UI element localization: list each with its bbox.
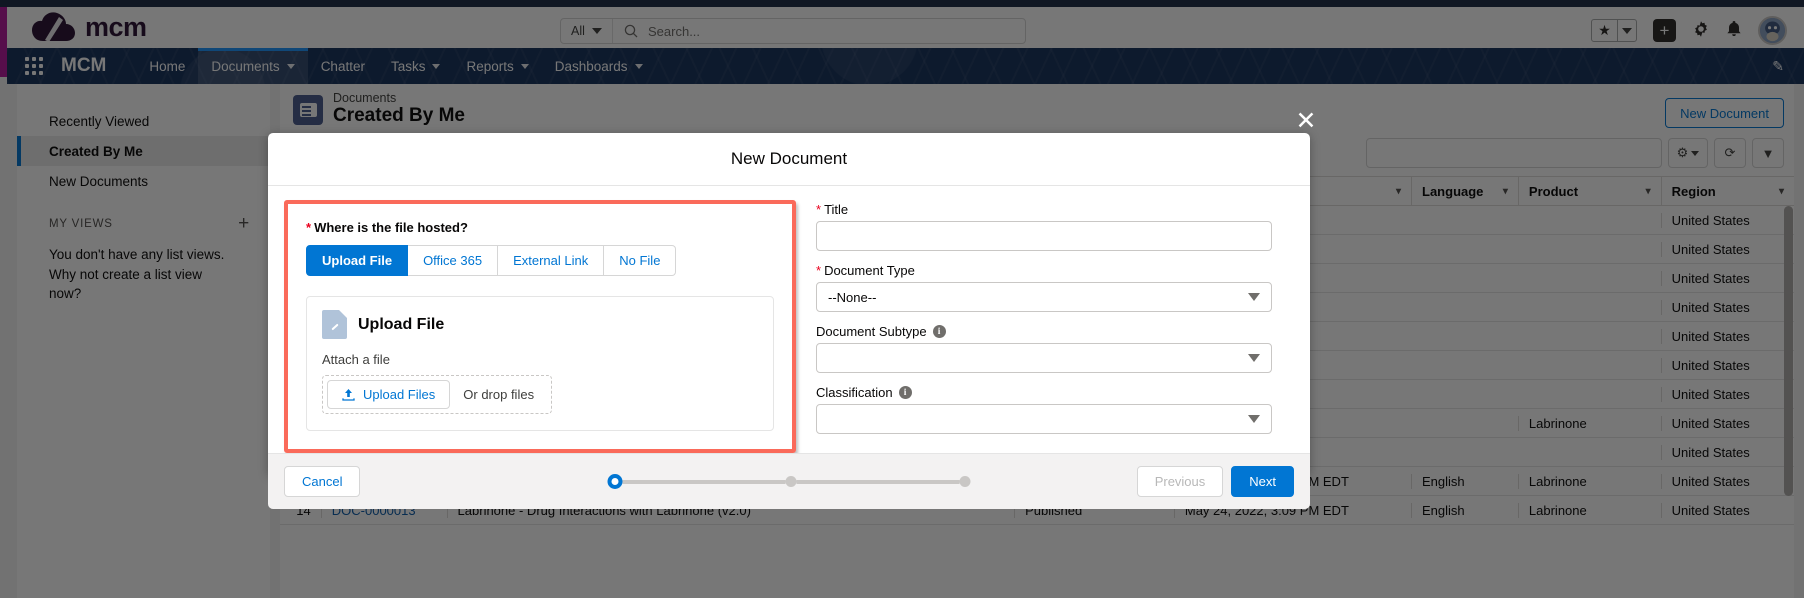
required-asterisk: *	[306, 220, 311, 235]
previous-button[interactable]: Previous	[1137, 466, 1224, 497]
document-type-select[interactable]: --None--	[816, 282, 1272, 312]
hosting-question-label: *Where is the file hosted?	[306, 220, 774, 235]
chevron-down-icon	[1248, 293, 1260, 301]
title-label: *Title	[816, 202, 1294, 217]
new-document-modal: ✕ New Document *Where is the file hosted…	[268, 133, 1310, 475]
document-type-label: *Document Type	[816, 263, 1294, 278]
progress-connector	[797, 480, 960, 484]
file-icon	[322, 310, 347, 339]
wizard-progress-indicator	[608, 474, 971, 489]
upload-card-heading: Upload File	[358, 316, 444, 334]
required-asterisk: *	[816, 263, 821, 278]
next-button[interactable]: Next	[1231, 466, 1294, 497]
field-document-subtype: Document Subtype i	[816, 324, 1294, 373]
upload-file-card: Upload File Attach a file Upload Files O…	[306, 296, 774, 431]
modal-body: *Where is the file hosted? Upload File O…	[268, 186, 1310, 453]
upload-files-button[interactable]: Upload Files	[327, 380, 450, 409]
footer-actions: Previous Next	[1137, 466, 1294, 497]
title-input[interactable]	[816, 221, 1272, 251]
hosting-option-office-365[interactable]: Office 365	[408, 245, 498, 276]
chevron-down-icon	[1248, 354, 1260, 362]
progress-step-3[interactable]	[960, 476, 971, 487]
classification-label: Classification i	[816, 385, 1294, 400]
modal-footer: Cancel Previous Next	[268, 453, 1310, 509]
attach-file-label: Attach a file	[322, 352, 758, 367]
hosting-option-upload-file[interactable]: Upload File	[306, 245, 408, 276]
hosting-option-group: Upload File Office 365 External Link No …	[306, 245, 774, 276]
upload-files-label: Upload Files	[363, 387, 435, 402]
file-dropzone[interactable]: Upload Files Or drop files	[322, 375, 552, 414]
hosting-option-external-link[interactable]: External Link	[498, 245, 604, 276]
cancel-button[interactable]: Cancel	[284, 466, 360, 497]
upload-icon	[342, 388, 355, 401]
info-icon[interactable]: i	[899, 386, 912, 399]
classification-select[interactable]	[816, 404, 1272, 434]
chevron-down-icon	[1248, 415, 1260, 423]
close-icon[interactable]: ✕	[1292, 108, 1320, 136]
hosting-option-no-file[interactable]: No File	[604, 245, 676, 276]
file-hosting-panel: *Where is the file hosted? Upload File O…	[284, 200, 796, 453]
field-document-type: *Document Type --None--	[816, 263, 1294, 312]
info-icon[interactable]: i	[933, 325, 946, 338]
progress-connector	[623, 480, 786, 484]
upload-card-header: Upload File	[322, 310, 758, 339]
document-subtype-label: Document Subtype i	[816, 324, 1294, 339]
document-subtype-select[interactable]	[816, 343, 1272, 373]
modal-title: New Document	[731, 149, 847, 169]
document-type-value: --None--	[828, 290, 876, 305]
document-fields-panel: *Title *Document Type --None-- Docum	[816, 200, 1294, 453]
field-classification: Classification i	[816, 385, 1294, 434]
progress-step-2[interactable]	[786, 476, 797, 487]
field-title: *Title	[816, 202, 1294, 251]
drop-files-hint: Or drop files	[450, 380, 547, 409]
required-asterisk: *	[816, 202, 821, 217]
progress-step-1[interactable]	[608, 474, 623, 489]
modal-header: New Document	[268, 133, 1310, 186]
